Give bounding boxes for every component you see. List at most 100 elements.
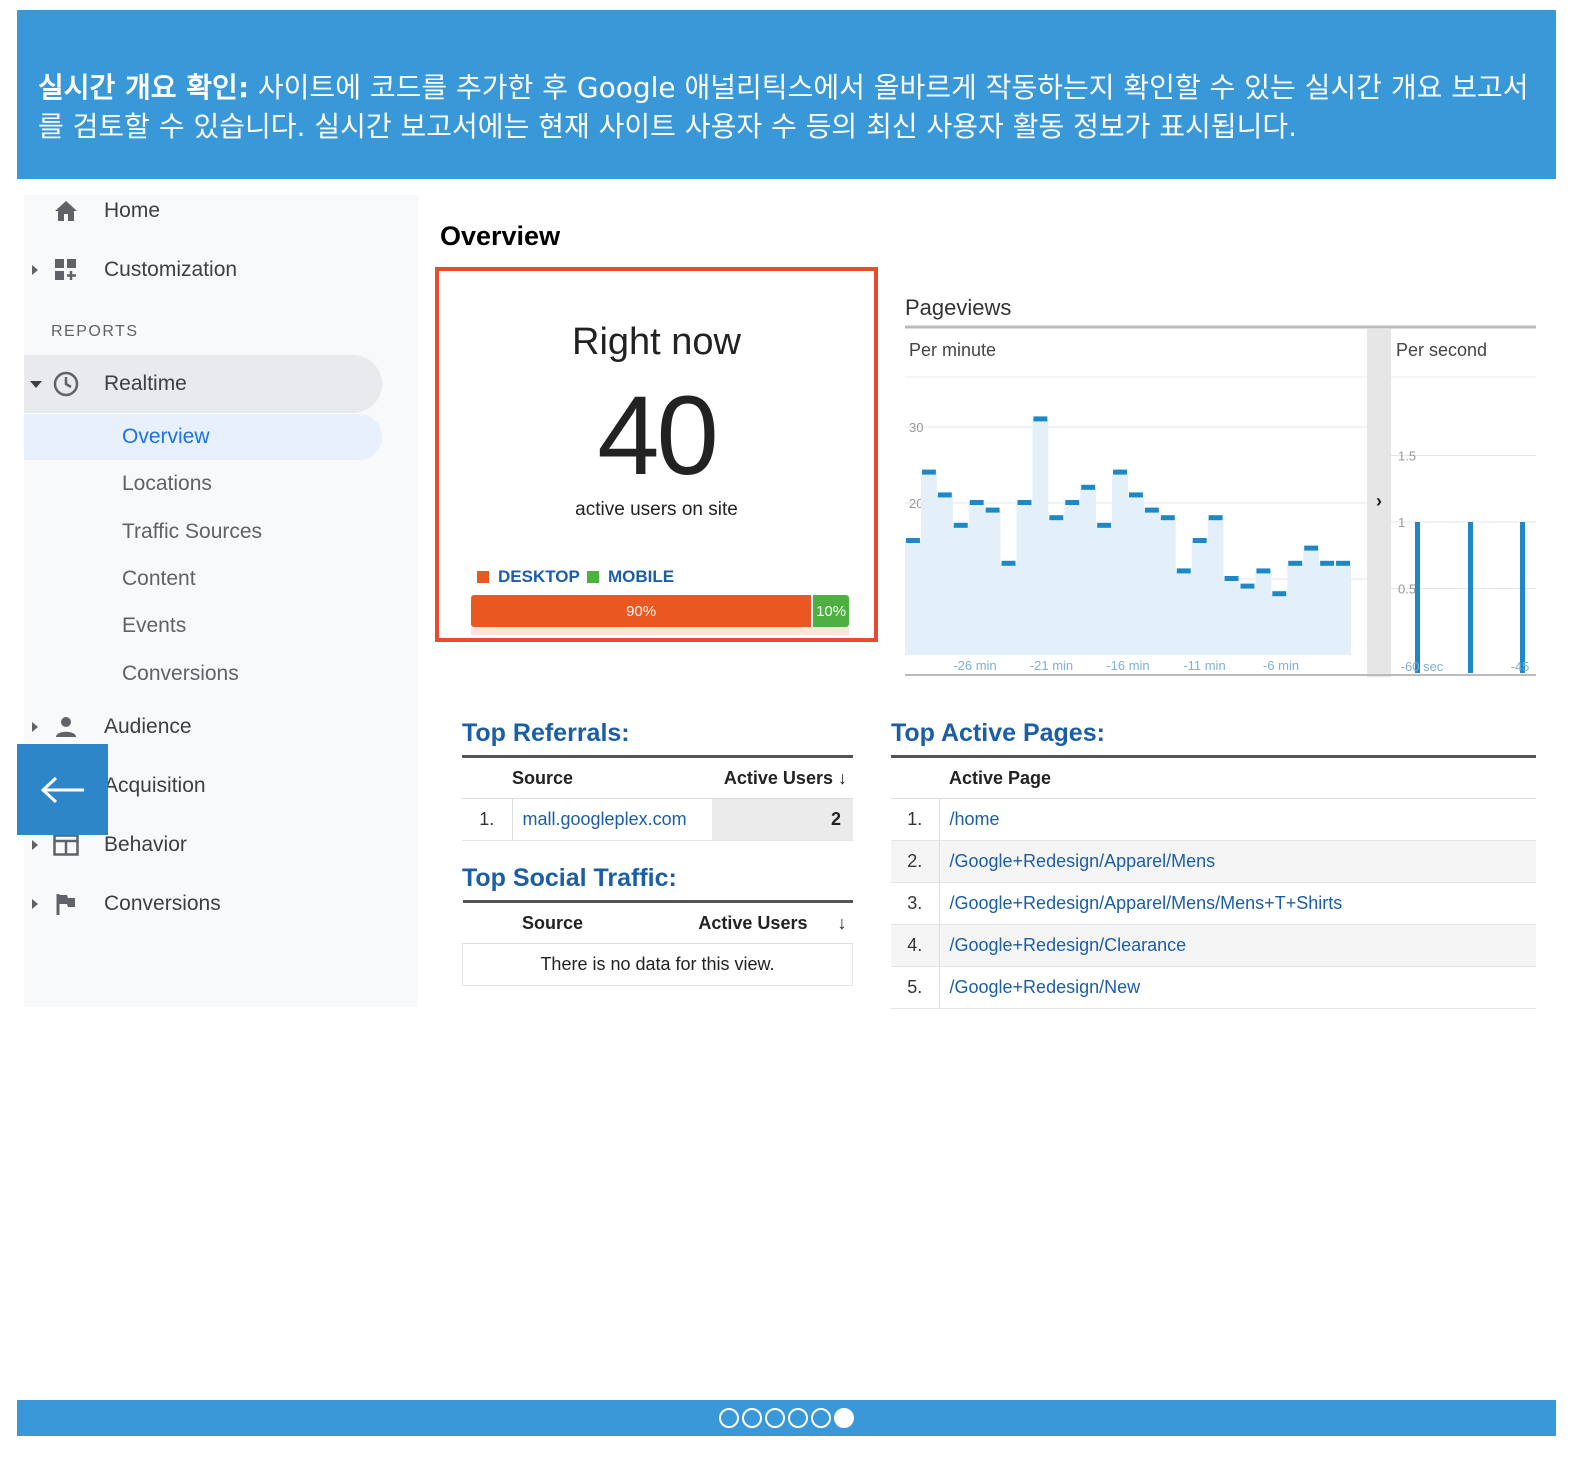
tip-text: 사이트에 코드를 추가한 후 Google 애널리틱스에서 올바르게 작동하는지… [38,71,1529,143]
top-referrals-title: Top Referrals: [462,719,630,747]
sidebar-subitem-label: Locations [122,472,212,495]
pageviews-minute-bar [1336,560,1350,566]
sidebar-item-label: Audience [104,715,192,738]
sidebar: Home Customization REPORTS Realtime Over… [24,195,418,1007]
pager-dot[interactable] [811,1408,831,1428]
slide-pager [719,1408,854,1428]
table-header-row: Active Page [891,756,1536,799]
row-number: 2. [891,840,940,883]
pageviews-minute-bar [1208,515,1223,521]
pageviews-minute-bar [1033,416,1048,422]
back-button[interactable] [17,744,108,835]
pager-dot[interactable] [788,1408,808,1428]
pageviews-minute-bar [969,500,984,505]
empty-state-message: There is no data for this view. [462,943,853,986]
sidebar-subitem-overview[interactable]: Overview [24,414,382,460]
table-header-row: Source Active Users ↓ [462,901,853,944]
tip-title: 실시간 개요 확인: [38,71,250,104]
home-icon [52,197,80,225]
sidebar-subitem-locations[interactable]: Locations [24,461,382,507]
right-now-label: Right now [572,321,741,363]
pageviews-second-bar [1468,522,1473,673]
desktop-swatch [477,571,489,583]
pageviews-minute-bar [1129,492,1143,498]
pageviews-minute-bar [1081,484,1096,490]
active-users-caption: active users on site [575,499,738,520]
header-spacer [462,756,512,799]
pageviews-minute-bar [1113,469,1127,475]
sidebar-subitem-traffic-sources[interactable]: Traffic Sources [24,509,382,555]
chevron-right-icon[interactable]: › [1376,491,1382,511]
pageviews-second-bar [1415,522,1420,673]
pageviews-minute-bar [953,522,968,528]
active-page-link[interactable]: /Google+Redesign/Apparel/Mens [939,840,1536,883]
dashboard-plus-icon [52,256,80,284]
per-minute-label: Per minute [909,340,996,360]
pageviews-minute-bar [985,507,1000,513]
pageviews-minute-bar [1272,591,1287,597]
row-number: 4. [891,924,940,967]
x-tick-label: -16 min [1106,658,1149,673]
row-number: 1. [462,798,513,841]
pager-dot[interactable] [742,1408,762,1428]
x-tick-label: -21 min [1030,658,1073,673]
pager-dot[interactable] [765,1408,785,1428]
top-active-pages-table: Active Page 1./home 2./Google+Redesign/A… [891,755,1536,1009]
sidebar-item-conversions[interactable]: Conversions [24,875,382,933]
pager-dot[interactable] [719,1408,739,1428]
mobile-swatch [587,571,599,583]
legend-desktop: DESKTOP [477,567,580,587]
device-bar-shadow [471,627,849,635]
referral-active-users: 2 [712,798,853,841]
pageviews-minute-bar [1192,538,1207,543]
page-title: Overview [440,221,561,251]
caret-down-icon [30,380,42,388]
column-header-active-users[interactable]: Active Users ↓ [712,756,853,799]
active-page-link[interactable]: /Google+Redesign/New [939,966,1536,1009]
pageviews-minute-bar [1065,500,1080,505]
desktop-share-bar: 90% [471,595,812,627]
top-social-title: Top Social Traffic: [462,864,677,892]
table-row: 2./Google+Redesign/Apparel/Mens [891,840,1536,883]
table-row: 5./Google+Redesign/New [891,966,1536,1009]
main-panel: Overview Right now 40 active users on si… [418,205,1536,1009]
pageviews-minute-bar [1017,500,1032,505]
sort-arrow-down-icon: ↓ [837,912,847,933]
x-tick-label: -11 min [1183,658,1225,673]
table-row: 4./Google+Redesign/Clearance [891,924,1536,967]
x-tick-label: -6 min [1263,658,1299,673]
sidebar-subitem-events[interactable]: Events [24,603,382,649]
sidebar-item-home[interactable]: Home [24,182,382,240]
legend-desktop-label: DESKTOP [498,567,580,586]
sidebar-item-realtime[interactable]: Realtime [24,355,382,413]
active-page-link[interactable]: /home [939,798,1536,841]
column-header-active-page: Active Page [939,756,1536,799]
pageviews-title: Pageviews [905,295,1012,320]
caret-right-icon [32,722,38,732]
sort-arrow-down-icon: ↓ [838,767,847,788]
pageviews-second-bar [1520,522,1525,673]
device-split-bar: 90% 10% [471,595,849,627]
x-tick-label: -45 [1511,659,1530,674]
sidebar-subitem-conversions[interactable]: Conversions [24,651,382,697]
x-tick-label: -26 min [953,658,996,673]
active-page-link[interactable]: /Google+Redesign/Clearance [939,924,1536,967]
pageviews-minute-bar [1176,568,1191,574]
table-row: 1. mall.googleplex.com 2 [462,798,853,841]
referral-source-link[interactable]: mall.googleplex.com [512,798,712,841]
pageviews-minute-bar [1160,515,1175,521]
y-tick-label: 1.5 [1398,449,1416,464]
table-row: 3./Google+Redesign/Apparel/Mens/Mens+T+S… [891,882,1536,925]
sidebar-item-customization[interactable]: Customization [24,241,382,299]
top-social-table: Source Active Users ↓ There is no data f… [462,900,853,986]
sidebar-item-label: Acquisition [104,774,206,797]
column-header-active-users[interactable]: Active Users ↓ [642,901,853,944]
table-row: There is no data for this view. [462,943,853,986]
active-page-link[interactable]: /Google+Redesign/Apparel/Mens/Mens+T+Shi… [939,882,1536,925]
slide-footer [17,1400,1556,1436]
sidebar-subitem-content[interactable]: Content [24,556,382,602]
right-now-card: Right now 40 active users on site DESKTO… [435,267,878,642]
sidebar-item-label: Behavior [104,833,187,856]
y-tick-label: 30 [909,420,923,435]
pager-dot[interactable] [834,1408,854,1428]
